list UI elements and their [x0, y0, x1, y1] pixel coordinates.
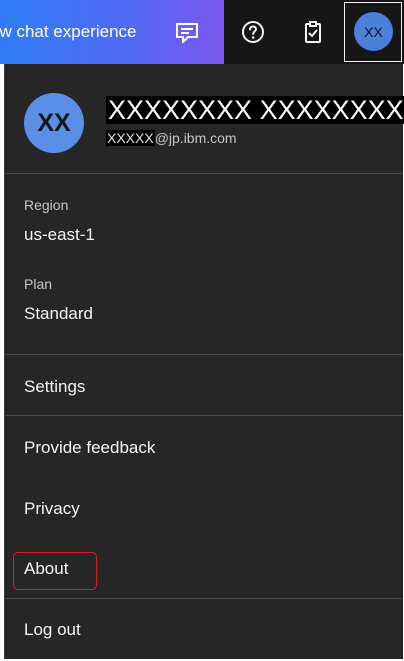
profile-menu-panel: XX XXXXXXXX XXXXXXXXX XXXXX@jp.ibm.com R… [4, 64, 404, 659]
chat-experience-text: ew chat experience [0, 22, 137, 41]
plan-label: Plan [24, 276, 53, 292]
menu-item-settings[interactable]: Settings [5, 364, 403, 414]
divider [5, 173, 403, 174]
menu-item-label: Privacy [24, 499, 80, 518]
avatar-small: XX [354, 12, 393, 51]
menu-item-provide-feedback[interactable]: Provide feedback [5, 425, 403, 475]
menu-item-log-out[interactable]: Log out [5, 607, 403, 657]
divider [5, 415, 403, 416]
menu-item-label: Log out [24, 620, 81, 639]
user-avatar-button[interactable]: XX [344, 2, 402, 62]
clipboard-check-icon[interactable] [301, 20, 325, 44]
divider [5, 354, 403, 355]
help-icon[interactable] [241, 20, 265, 44]
profile-name: XXXXXXXX XXXXXXXXX [106, 96, 404, 124]
email-domain: @jp.ibm.com [154, 130, 237, 146]
profile-email: XXXXX@jp.ibm.com [106, 130, 237, 146]
region-label: Region [24, 197, 69, 213]
menu-item-privacy[interactable]: Privacy [5, 486, 403, 536]
email-user-redacted: XXXXX [106, 130, 155, 146]
divider [5, 598, 403, 599]
region-value: us-east-1 [24, 225, 95, 244]
profile-avatar: XX [24, 93, 84, 153]
about-highlight-box [13, 552, 97, 590]
menu-item-label: Settings [24, 377, 86, 396]
chat-feedback-icon [176, 23, 198, 43]
chat-experience-banner[interactable]: ew chat experience [0, 0, 224, 64]
top-header-bar: ew chat experience XX [0, 0, 404, 64]
plan-value: Standard [24, 304, 93, 323]
menu-item-label: Provide feedback [24, 438, 156, 457]
